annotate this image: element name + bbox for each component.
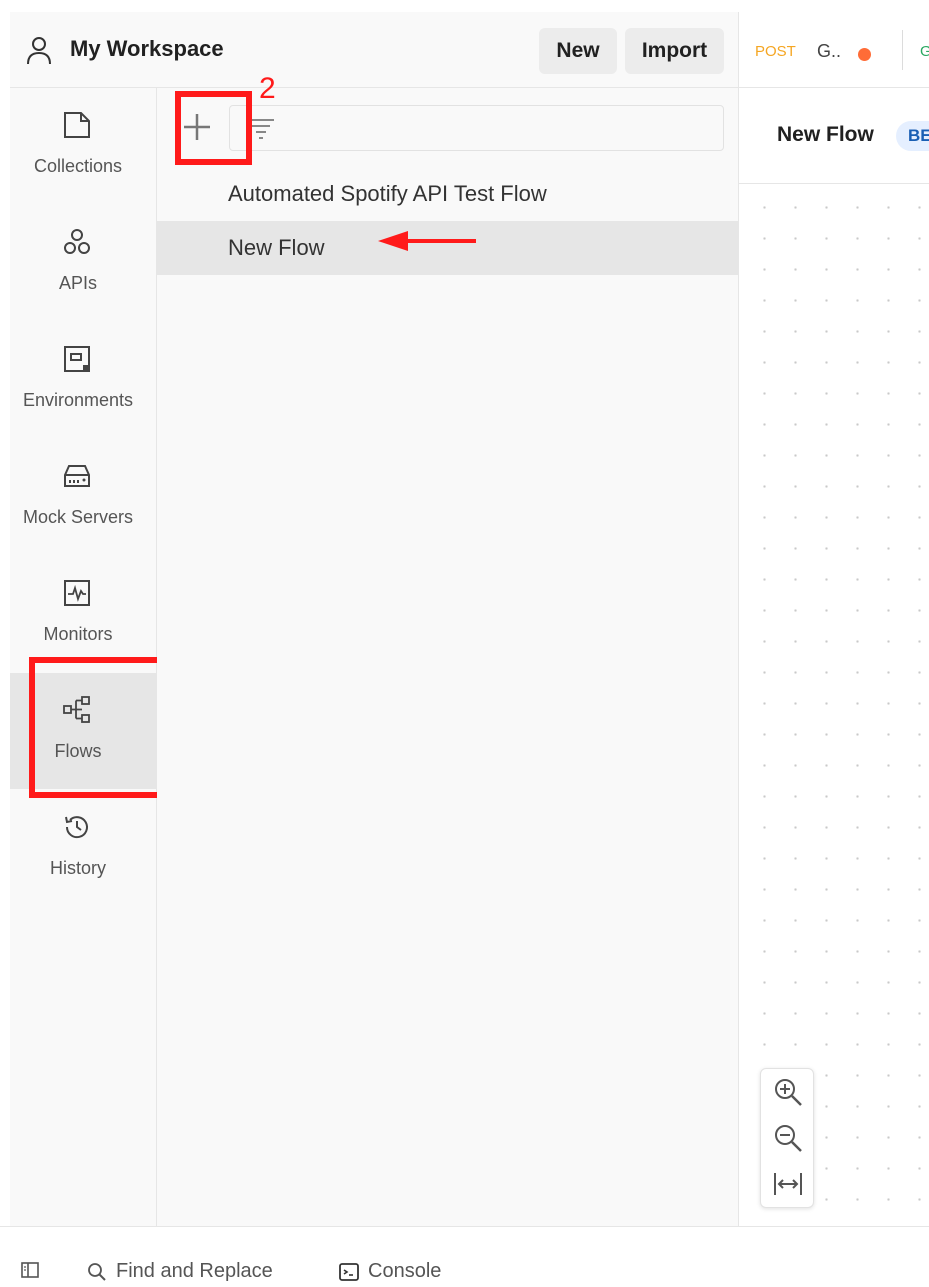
sidebar-item-collections[interactable]: Collections — [10, 88, 157, 204]
tab-divider — [902, 30, 903, 70]
beta-badge: BE — [896, 121, 929, 151]
sidebar-item-label: Mock Servers — [22, 507, 134, 527]
flow-title[interactable]: New Flow — [777, 123, 874, 147]
tab-method-label-next[interactable]: G — [920, 43, 929, 60]
sidebar-item-environments[interactable]: Environments — [10, 322, 157, 438]
filter-input[interactable] — [229, 105, 724, 151]
flow-item-label: Automated Spotify API Test Flow — [228, 181, 547, 206]
request-tabs: POST G.. G — [739, 12, 929, 88]
unsaved-dot-icon — [858, 48, 871, 61]
flow-item-label: New Flow — [228, 235, 325, 260]
console-icon — [339, 1262, 359, 1281]
annotation-step-2: 2 — [259, 72, 276, 105]
fit-to-screen-icon[interactable] — [771, 1167, 805, 1201]
sidebar-item-history[interactable]: History — [10, 790, 157, 906]
sidebar-item-apis[interactable]: APIs — [10, 205, 157, 321]
status-bar: Find and Replace Console — [0, 1226, 929, 1287]
annotation-highlight-add-button — [175, 91, 252, 165]
sidebar-item-mock-servers[interactable]: Mock Servers — [10, 439, 157, 555]
sidebar-item-label: History — [49, 858, 106, 878]
zoom-out-icon[interactable] — [771, 1121, 805, 1155]
environments-icon — [64, 346, 90, 372]
sidebar-item-monitors[interactable]: Monitors — [10, 556, 157, 672]
search-icon — [88, 1262, 106, 1281]
workspace-header: My Workspace New Import — [10, 12, 739, 88]
sidebar-item-label: Monitors — [43, 624, 113, 644]
toggle-sidebar-button[interactable] — [20, 1260, 48, 1280]
sidebar-item-label: Collections — [33, 156, 123, 176]
tab-request-name[interactable]: G.. — [817, 41, 841, 62]
user-icon — [27, 37, 51, 65]
sidebar-toggle-icon — [21, 1262, 39, 1278]
flow-list-item[interactable]: Automated Spotify API Test Flow — [157, 167, 739, 221]
apis-icon — [64, 229, 90, 254]
find-and-replace-button[interactable]: Find and Replace — [86, 1260, 273, 1283]
zoom-in-icon[interactable] — [771, 1075, 805, 1109]
monitors-icon — [64, 580, 90, 606]
mock-servers-icon — [64, 465, 90, 487]
new-button[interactable]: New — [539, 28, 617, 74]
find-and-replace-label: Find and Replace — [116, 1260, 273, 1282]
flow-editor-header: New Flow BE — [739, 88, 929, 184]
sidebar-item-label: APIs — [58, 273, 97, 293]
console-button[interactable]: Console — [338, 1260, 441, 1283]
annotation-highlight-flows — [29, 657, 173, 798]
flows-list-panel: Automated Spotify API Test Flow New Flow — [157, 88, 739, 1226]
history-icon — [65, 816, 88, 839]
import-button[interactable]: Import — [625, 28, 724, 74]
collections-icon — [64, 112, 90, 138]
annotation-arrow-icon — [378, 231, 476, 251]
tab-method-label: POST — [755, 43, 796, 60]
sidebar-item-label: Environments — [22, 390, 134, 410]
workspace-title[interactable]: My Workspace — [70, 36, 224, 62]
console-label: Console — [368, 1260, 442, 1282]
zoom-controls — [760, 1068, 814, 1208]
